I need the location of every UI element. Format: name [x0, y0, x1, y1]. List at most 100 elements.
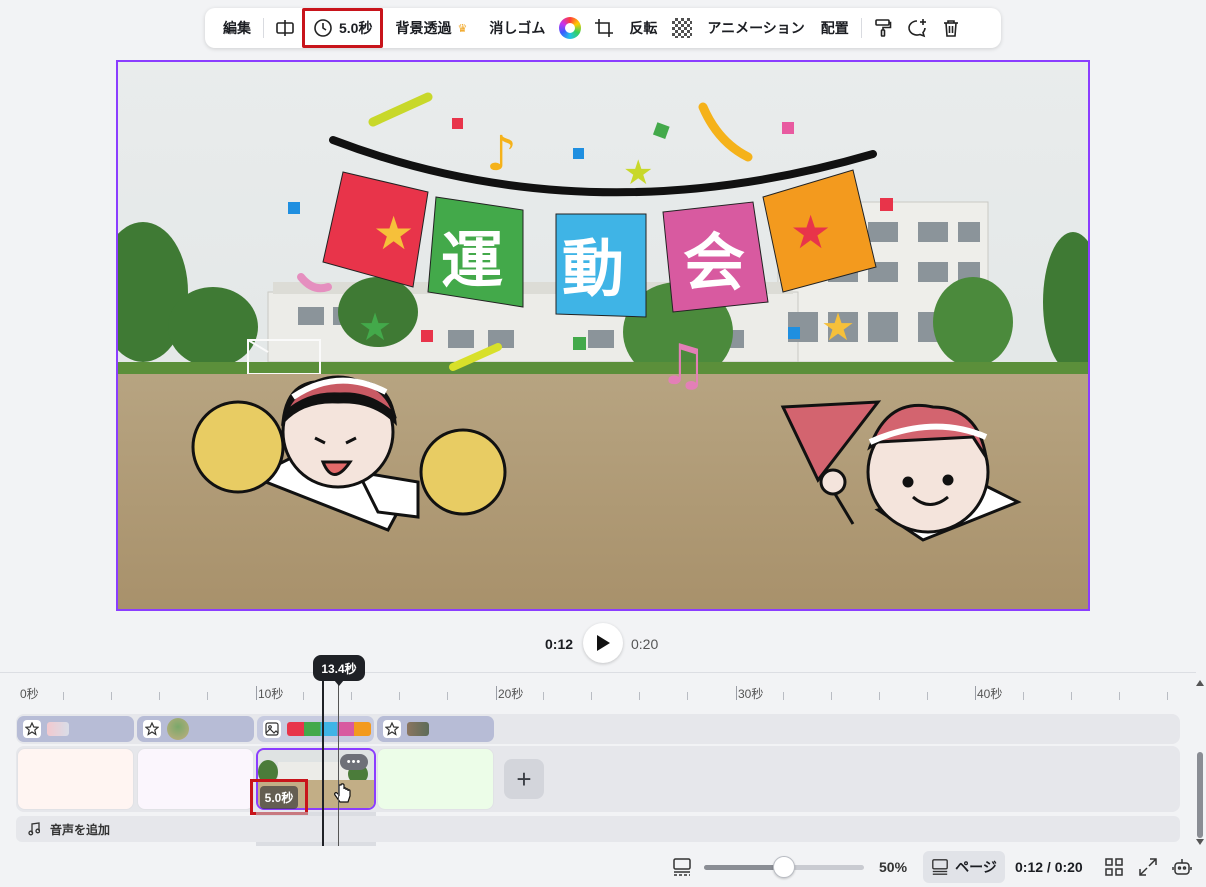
flag-star-left: ★ — [373, 206, 414, 260]
banner-char-3: 会 — [683, 226, 745, 299]
ruler-tick — [159, 692, 160, 700]
robot-icon — [1172, 859, 1192, 875]
toolbar-divider — [263, 18, 264, 38]
svg-text:★: ★ — [623, 153, 653, 193]
scroll-up-icon[interactable] — [1196, 680, 1204, 686]
scroll-thumb[interactable] — [1197, 752, 1203, 838]
svg-text:★: ★ — [358, 305, 392, 349]
eraser-button[interactable]: 消しゴム — [481, 13, 553, 43]
page-thumbnail-2[interactable] — [137, 748, 254, 810]
playhead-hover-line — [338, 678, 339, 846]
ruler-tick — [1071, 692, 1072, 700]
timeline-ruler[interactable]: 0秒 10秒 20秒 30秒 40秒 — [0, 680, 1190, 710]
flag-star-right: ★ — [790, 205, 831, 259]
add-audio-label: 音声を追加 — [50, 822, 111, 837]
delete-button[interactable] — [934, 13, 968, 43]
page-thumbnail-4[interactable] — [377, 748, 494, 810]
ruler-tick — [687, 692, 688, 700]
banner-char-1: 運 — [441, 224, 503, 297]
page-duration-chip[interactable]: 5.0秒 — [250, 779, 308, 815]
page-view-button[interactable]: ページ — [923, 851, 1005, 883]
duration-label: 5.0秒 — [339, 20, 373, 36]
ruler-tick — [207, 692, 208, 700]
playback-controls: 0:12 0:20 — [0, 622, 1206, 663]
timeline-scrollbar[interactable] — [1196, 680, 1204, 845]
page-view-label: ページ — [955, 859, 997, 875]
ruler-tick — [303, 692, 304, 700]
animation-button[interactable]: アニメーション — [699, 13, 812, 43]
animation-segment-4[interactable] — [377, 716, 494, 742]
svg-text:♫: ♫ — [658, 333, 708, 398]
animation-segment-3[interactable] — [257, 716, 374, 742]
svg-text:♪: ♪ — [486, 126, 517, 182]
timeline-layout-icon — [673, 858, 691, 876]
add-audio-row[interactable]: 音声を追加 — [16, 816, 1180, 842]
ruler-tick — [591, 692, 592, 700]
ruler-label-20: 20秒 — [498, 687, 524, 701]
bottom-bar: 50% ページ 0:12 / 0:20 — [0, 848, 1206, 887]
ruler-tick — [496, 686, 497, 700]
add-comment-button[interactable] — [900, 13, 934, 43]
position-button[interactable]: 配置 — [813, 13, 857, 43]
current-time: 0:12 — [545, 636, 574, 652]
ruler-tick — [111, 692, 112, 700]
page-thumbnail-1[interactable] — [17, 748, 134, 810]
ruler-tick — [927, 692, 928, 700]
assistant-button[interactable] — [1171, 856, 1193, 878]
flip-label: 反転 — [629, 20, 658, 36]
animation-segment-1[interactable] — [17, 716, 134, 742]
grid-view-button[interactable] — [1103, 856, 1125, 878]
playhead-time-badge: 13.4秒 — [313, 655, 365, 686]
zoom-slider[interactable] — [704, 856, 864, 878]
split-button[interactable] — [268, 13, 302, 43]
clock-icon — [314, 19, 332, 37]
page-view-icon — [932, 859, 948, 875]
animation-icon — [143, 720, 161, 738]
ruler-tick — [447, 692, 448, 700]
copy-style-button[interactable] — [866, 13, 900, 43]
ruler-tick — [831, 692, 832, 700]
svg-text:★: ★ — [821, 305, 855, 349]
page-more-button[interactable]: ••• — [340, 754, 368, 770]
segment-thumbnail — [407, 722, 429, 736]
zoom-percent[interactable]: 50% — [879, 859, 907, 875]
animation-segment-2[interactable] — [137, 716, 254, 742]
playhead-line[interactable] — [322, 678, 324, 846]
notes-button[interactable] — [671, 856, 693, 878]
flip-button[interactable]: 反転 — [621, 13, 665, 43]
add-page-button[interactable]: + — [504, 759, 544, 799]
animation-icon — [23, 720, 41, 738]
image-icon — [263, 720, 281, 738]
ruler-tick — [879, 692, 880, 700]
plus-icon: + — [516, 763, 532, 794]
edit-button[interactable]: 編集 — [215, 13, 259, 43]
color-wheel-icon — [559, 17, 582, 39]
scroll-down-icon[interactable] — [1196, 839, 1204, 845]
duration-button[interactable]: 5.0秒 — [302, 8, 384, 48]
grid-icon — [1105, 858, 1123, 876]
zoom-slider-fill — [704, 865, 784, 870]
ruler-tick — [256, 686, 257, 700]
edit-label: 編集 — [223, 20, 251, 36]
split-icon — [276, 20, 294, 36]
page-duration-label: 5.0秒 — [259, 785, 299, 809]
zoom-slider-handle[interactable] — [773, 856, 795, 878]
toolbar-divider — [860, 18, 862, 38]
trash-icon — [943, 20, 958, 37]
transparency-button[interactable] — [665, 13, 699, 43]
ruler-tick — [543, 692, 544, 700]
crop-button[interactable] — [587, 13, 621, 43]
design-canvas[interactable]: ★ 運 動 会 ★ ♪ ♫ ★ ★ ★ — [116, 60, 1090, 611]
ruler-tick — [736, 686, 737, 700]
segment-thumbnail — [47, 722, 69, 736]
fullscreen-button[interactable] — [1137, 856, 1159, 878]
total-time: 0:20 — [631, 636, 659, 652]
crown-icon: ♛ — [457, 22, 468, 35]
position-label: 配置 — [820, 20, 849, 36]
background-remover-button[interactable]: 背景透過 ♛ — [387, 13, 475, 43]
segment-thumbnail — [167, 718, 189, 740]
comment-add-icon — [908, 19, 926, 38]
color-adjust-button[interactable] — [553, 13, 587, 43]
banner-char-2: 動 — [562, 232, 624, 305]
play-button[interactable] — [583, 623, 623, 663]
